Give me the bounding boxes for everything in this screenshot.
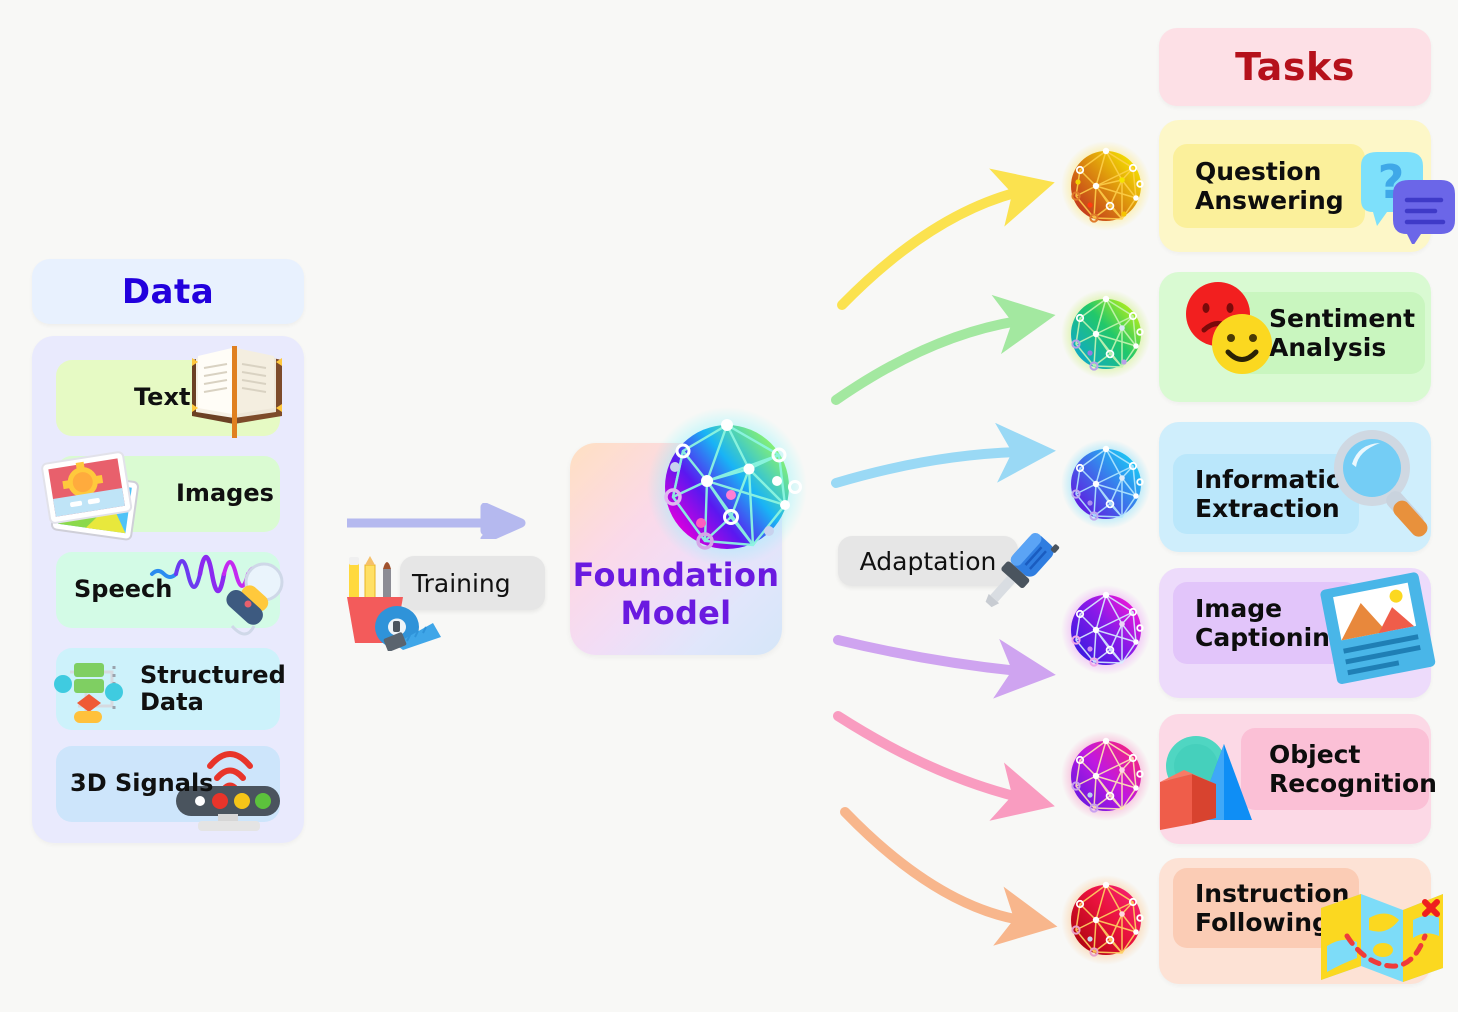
task-label-pill: Instruction Following xyxy=(1173,868,1359,948)
task-sphere-image-captioning xyxy=(1061,585,1151,675)
data-item-label: Speech xyxy=(74,575,173,604)
task-card-image-captioning[interactable]: Image Captioning xyxy=(1159,568,1431,698)
task-sphere-instruction-following xyxy=(1061,875,1151,965)
task-sphere-object-recognition xyxy=(1061,731,1151,821)
task-card-information-extraction[interactable]: Information Extraction xyxy=(1159,422,1431,552)
task-label: Image Captioning xyxy=(1195,594,1348,652)
data-item-label: Text xyxy=(134,383,191,412)
task-sphere-question-answering xyxy=(1061,141,1151,231)
task-label: Object Recognition xyxy=(1269,740,1437,798)
task-sphere-sentiment-analysis xyxy=(1061,289,1151,379)
diagram-canvas: Data Text Images Speech Structured Data … xyxy=(0,0,1458,1012)
tasks-header-label: Tasks xyxy=(1235,45,1355,89)
data-item-label: Structured Data xyxy=(140,660,286,716)
task-card-question-answering[interactable]: Question Answering xyxy=(1159,120,1431,252)
tasks-section-header: Tasks xyxy=(1159,28,1431,106)
task-label-pill: Object Recognition xyxy=(1241,728,1437,810)
task-label-pill: Question Answering xyxy=(1173,144,1365,228)
task-card-object-recognition[interactable]: Object Recognition xyxy=(1159,714,1437,844)
data-item-label: 3D Signals xyxy=(70,769,214,798)
task-card-sentiment-analysis[interactable]: Sentiment Analysis xyxy=(1159,272,1431,402)
task-label: Instruction Following xyxy=(1195,879,1350,937)
task-card-instruction-following[interactable]: Instruction Following xyxy=(1159,858,1431,984)
task-label: Sentiment Analysis xyxy=(1269,304,1416,362)
task-label-pill: Information Extraction xyxy=(1173,454,1361,534)
data-item-label: Images xyxy=(176,479,274,508)
task-label-pill: Image Captioning xyxy=(1173,582,1359,664)
task-label: Question Answering xyxy=(1195,157,1344,215)
task-sphere-information-extraction xyxy=(1061,439,1151,529)
task-label: Information Extraction xyxy=(1195,465,1361,523)
task-label-pill: Sentiment Analysis xyxy=(1229,292,1425,374)
